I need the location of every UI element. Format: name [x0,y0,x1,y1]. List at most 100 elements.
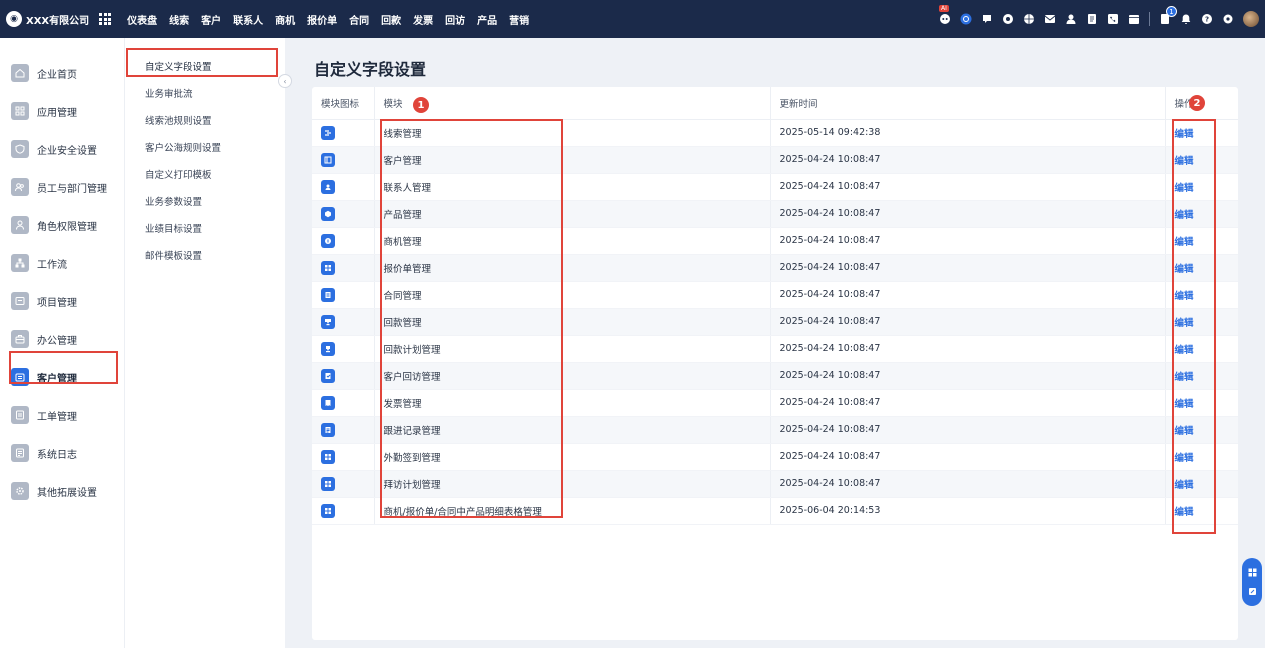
gear-icon [11,482,29,500]
header-module-icon: 模块图标 [312,87,375,120]
sidebar-item-roles[interactable]: 角色权限管理 [0,206,124,244]
submenu-item-custom-fields[interactable]: 自定义字段设置 [125,52,285,79]
phone-icon[interactable] [1107,13,1119,25]
callout-1: 1 [413,97,429,113]
submenu-item-email-templates[interactable]: 邮件模板设置 [125,241,285,268]
nav-item-invoices[interactable]: 发票 [407,12,439,27]
payment-plan-module-icon [321,341,335,356]
sidebar-item-label: 员工与部门管理 [37,183,107,195]
nav-item-visits[interactable]: 回访 [439,12,471,27]
edit-button[interactable]: 编辑 [1175,237,1194,248]
grid-tool-icon[interactable] [1248,568,1257,577]
avatar[interactable] [1243,11,1259,27]
nav-item-marketing[interactable]: 营销 [503,12,535,27]
nav-item-quotes[interactable]: 报价单 [301,12,343,27]
edit-tool-icon[interactable] [1248,587,1257,596]
app-grid-icon[interactable] [99,13,112,25]
mail-icon[interactable] [1044,13,1056,25]
sidebar-item-extensions[interactable]: 其他拓展设置 [0,472,124,510]
nav-item-contacts[interactable]: 联系人 [227,12,269,27]
nav-item-contracts[interactable]: 合同 [343,12,375,27]
edit-button[interactable]: 编辑 [1175,264,1194,275]
module-name: 客户管理 [374,146,771,174]
edit-button[interactable]: 编辑 [1175,480,1194,491]
edit-button[interactable]: 编辑 [1175,291,1194,302]
sidebar-item-customer-mgmt[interactable]: 客户管理 [0,358,124,396]
nav-item-customers[interactable]: 客户 [195,12,227,27]
top-bar: ◉ XXX有限公司 仪表盘 线索 客户 联系人 商机 报价单 合同 回款 发票 … [0,0,1265,38]
module-name: 外勤签到管理 [374,443,771,471]
collapse-submenu-chevron-icon[interactable]: ‹ [278,74,292,88]
update-time: 2025-04-24 10:08:47 [770,146,1166,174]
chat-icon[interactable] [960,13,972,25]
sidebar-item-label: 工单管理 [37,411,77,423]
globe-icon[interactable] [1023,13,1035,25]
table-row: 跟进记录管理 2025-04-24 10:08:47 编辑 [312,416,1238,444]
update-time: 2025-04-24 10:08:47 [770,173,1166,201]
edit-button[interactable]: 编辑 [1175,210,1194,221]
module-name: 跟进记录管理 [374,416,771,444]
sidebar-item-workflow[interactable]: 工作流 [0,244,124,282]
sidebar-item-label: 企业安全设置 [37,145,97,157]
settings-gear-icon[interactable] [1222,13,1234,25]
table-row: 外勤签到管理 2025-04-24 10:08:47 编辑 [312,443,1238,471]
nav-item-payments[interactable]: 回款 [375,12,407,27]
help-icon[interactable]: ? [1201,13,1213,25]
update-time: 2025-04-24 10:08:47 [770,335,1166,363]
sidebar-item-staff[interactable]: 员工与部门管理 [0,168,124,206]
edit-button[interactable]: 编辑 [1175,183,1194,194]
sidebar-item-logs[interactable]: 系统日志 [0,434,124,472]
contact-module-icon [321,179,335,194]
submenu-item-public-pool-rules[interactable]: 客户公海规则设置 [125,133,285,160]
submenu-item-approval-flow[interactable]: 业务审批流 [125,79,285,106]
brand[interactable]: ◉ XXX有限公司 [6,11,89,27]
sidebar-item-apps[interactable]: 应用管理 [0,92,124,130]
sidebar-item-tickets[interactable]: 工单管理 [0,396,124,434]
table-row: 线索管理 2025-05-14 09:42:38 编辑 [312,119,1238,147]
toolbar-divider [1149,12,1150,26]
submenu-item-business-params[interactable]: 业务参数设置 [125,187,285,214]
edit-button[interactable]: 编辑 [1175,129,1194,140]
edit-button[interactable]: 编辑 [1175,507,1194,518]
message-icon[interactable] [981,13,993,25]
sidebar-item-projects[interactable]: 项目管理 [0,282,124,320]
document-icon[interactable] [1086,13,1098,25]
submenu-item-print-templates[interactable]: 自定义打印模板 [125,160,285,187]
edit-button[interactable]: 编辑 [1175,399,1194,410]
edit-button[interactable]: 编辑 [1175,453,1194,464]
sidebar-item-security[interactable]: 企业安全设置 [0,130,124,168]
ai-assistant-icon[interactable]: AI [939,5,951,25]
main-nav: 仪表盘 线索 客户 联系人 商机 报价单 合同 回款 发票 回访 产品 营销 [121,12,535,27]
location-icon[interactable] [1002,13,1014,25]
sidebar-item-home[interactable]: 企业首页 [0,54,124,92]
calendar-icon[interactable] [1128,13,1140,25]
nav-item-opportunities[interactable]: 商机 [269,12,301,27]
task-icon[interactable]: 1 [1159,6,1177,25]
ticket-icon [11,406,29,424]
edit-button[interactable]: 编辑 [1175,318,1194,329]
users-icon [11,178,29,196]
edit-button[interactable]: 编辑 [1175,345,1194,356]
nav-item-leads[interactable]: 线索 [163,12,195,27]
table-row: 联系人管理 2025-04-24 10:08:47 编辑 [312,173,1238,201]
nav-item-dashboard[interactable]: 仪表盘 [121,12,163,27]
module-name: 合同管理 [374,281,771,309]
edit-button[interactable]: 编辑 [1175,156,1194,167]
module-name: 拜访计划管理 [374,470,771,498]
submenu-item-lead-pool-rules[interactable]: 线索池规则设置 [125,106,285,133]
visit-plan-module-icon [321,476,335,491]
submenu-item-performance-goals[interactable]: 业绩目标设置 [125,214,285,241]
floating-tools-widget[interactable] [1242,558,1262,606]
user-icon[interactable] [1065,13,1077,25]
sidebar-item-office[interactable]: 办公管理 [0,320,124,358]
table-row: 商机管理 2025-04-24 10:08:47 编辑 [312,227,1238,255]
edit-button[interactable]: 编辑 [1175,426,1194,437]
product-detail-module-icon [321,503,335,518]
edit-button[interactable]: 编辑 [1175,372,1194,383]
submenu: 自定义字段设置 业务审批流 线索池规则设置 客户公海规则设置 自定义打印模板 业… [124,38,285,648]
sidebar-item-label: 其他拓展设置 [37,487,97,499]
customer-icon [11,368,29,386]
bell-icon[interactable] [1180,13,1192,25]
module-name: 联系人管理 [374,173,771,201]
nav-item-products[interactable]: 产品 [471,12,503,27]
